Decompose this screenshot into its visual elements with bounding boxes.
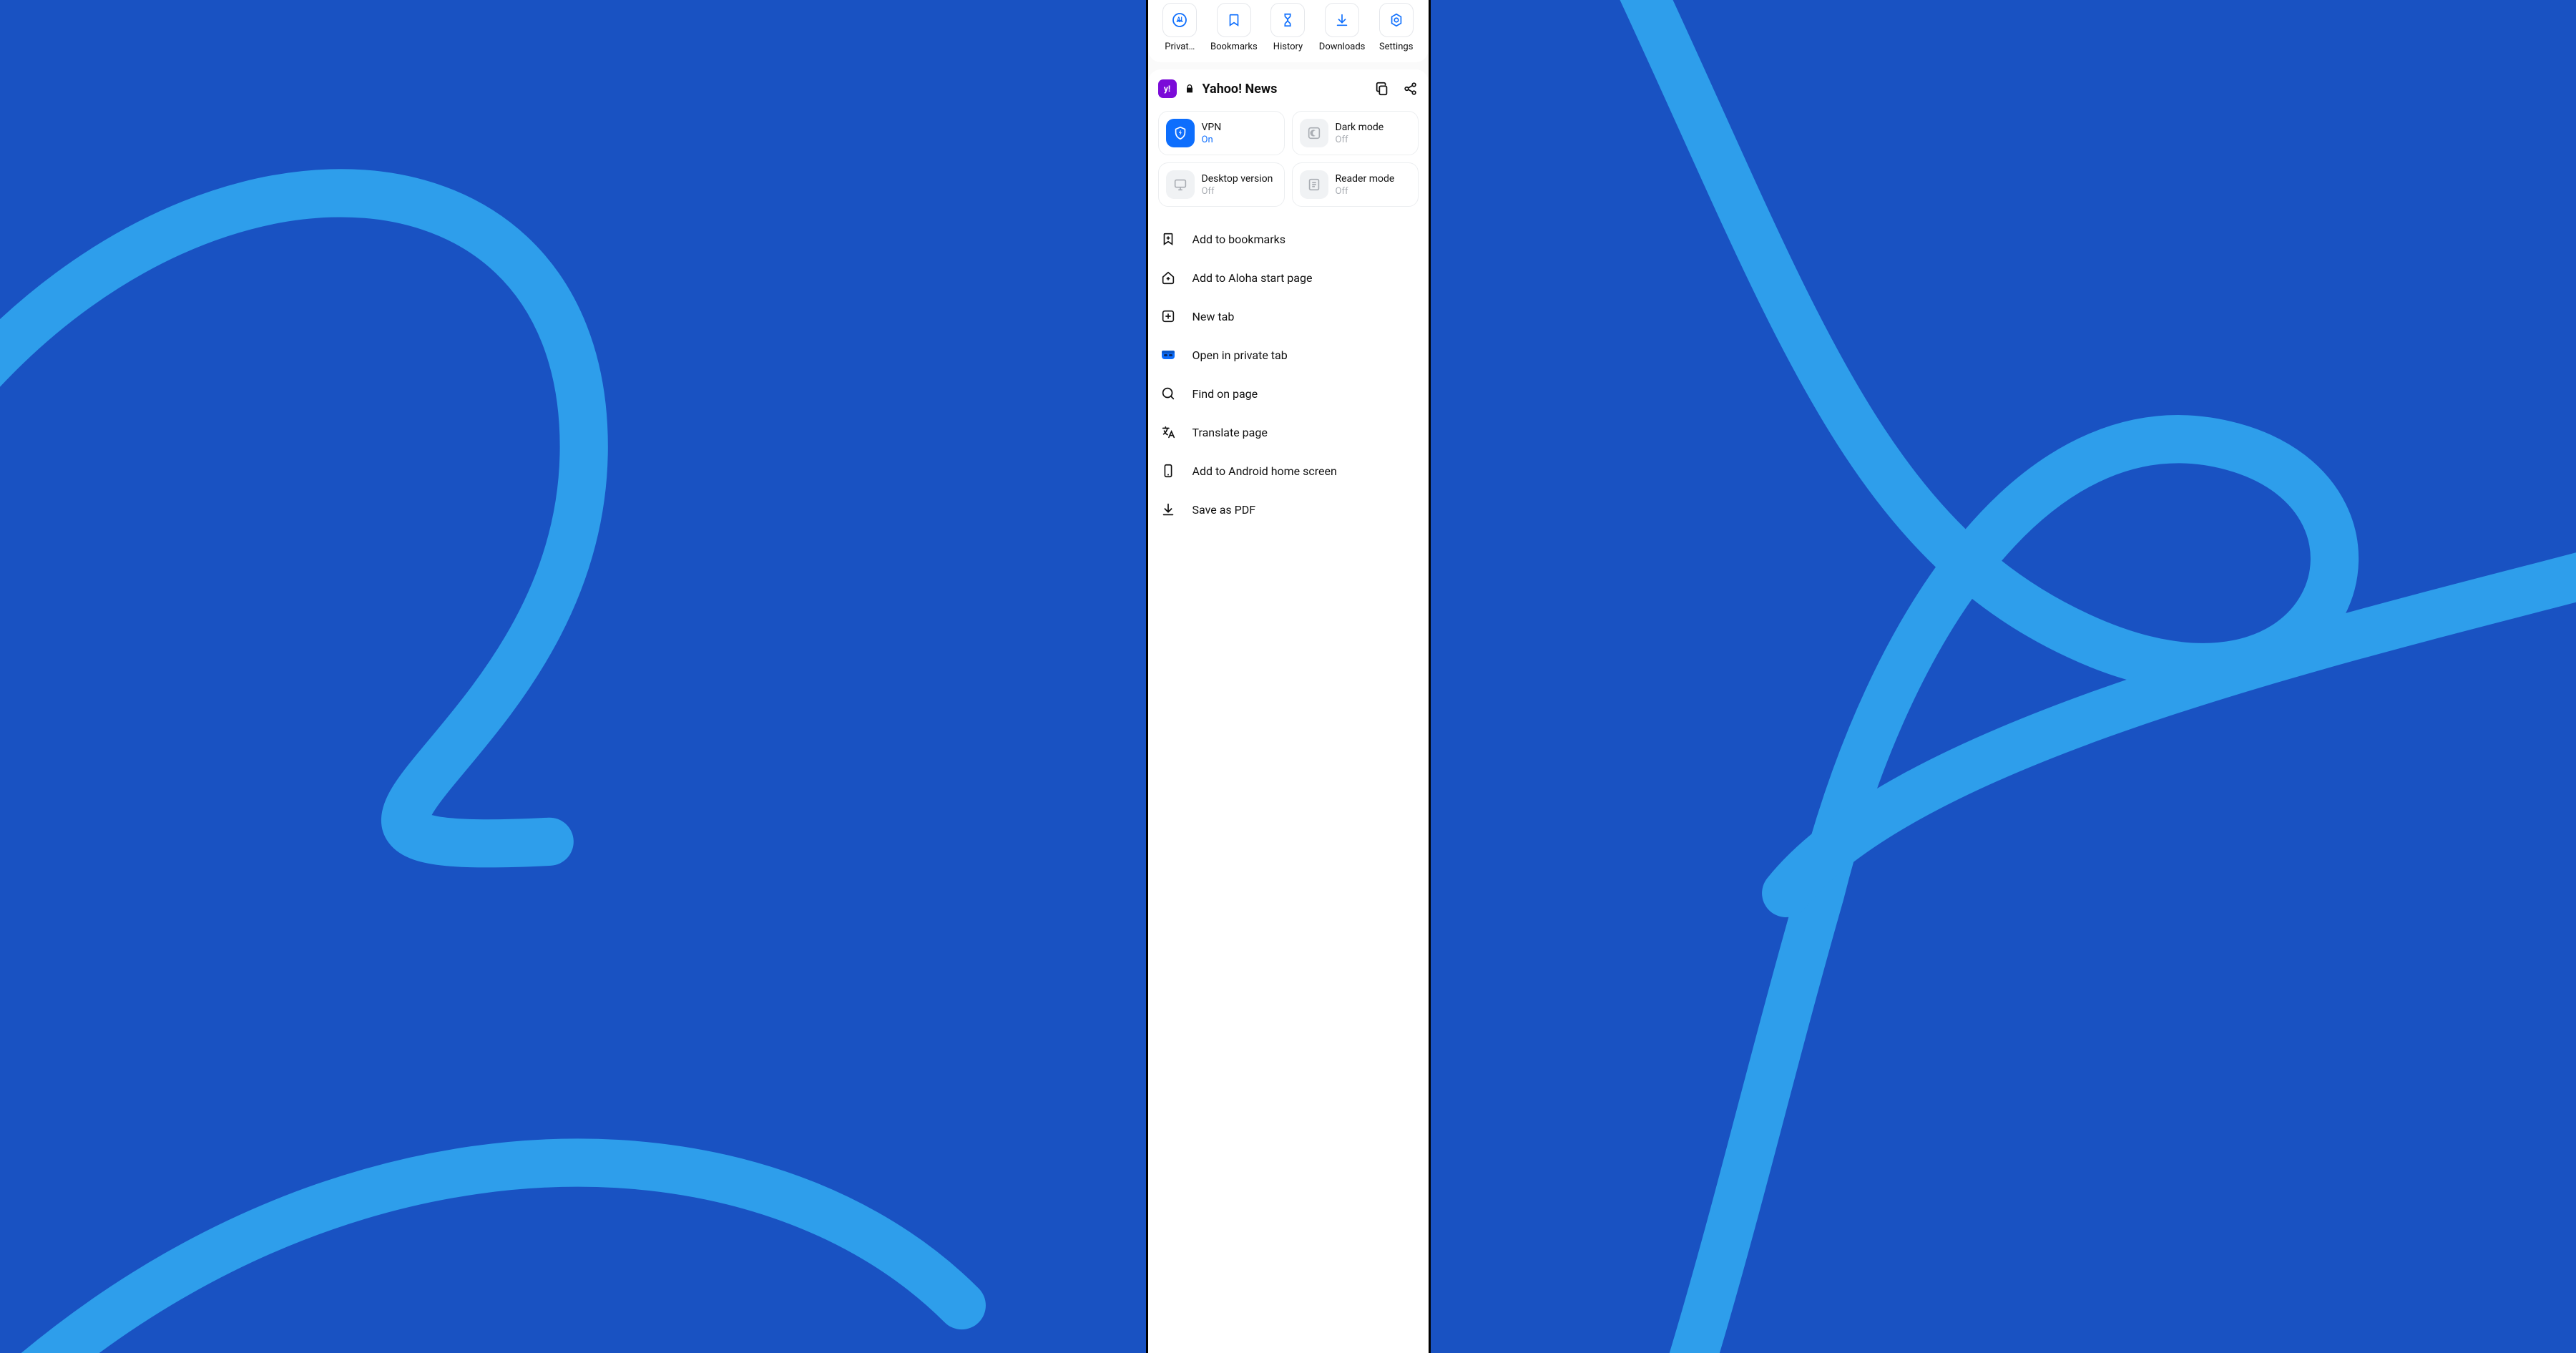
- open-private-tab[interactable]: Open in private tab: [1158, 336, 1419, 374]
- new-tab[interactable]: New tab: [1158, 297, 1419, 336]
- history-icon: [1270, 3, 1305, 37]
- toggle-title: Desktop version: [1202, 173, 1273, 185]
- page-header: y! Yahoo! News: [1158, 79, 1419, 98]
- toggle-title: Reader mode: [1336, 173, 1395, 185]
- private-tab-icon: [1160, 346, 1177, 363]
- share-button[interactable]: [1403, 81, 1419, 97]
- menu-label: Add to bookmarks: [1192, 233, 1286, 246]
- favicon: y!: [1158, 79, 1177, 98]
- shortcut-settings[interactable]: Settings: [1371, 3, 1421, 52]
- private-icon: AI: [1162, 3, 1197, 37]
- copy-button[interactable]: [1374, 81, 1390, 97]
- download-icon: [1160, 501, 1177, 518]
- svg-text:AI: AI: [1177, 16, 1182, 23]
- desktop-version-toggle[interactable]: Desktop version Off: [1158, 162, 1285, 207]
- shortcut-label: Bookmarks: [1210, 41, 1258, 52]
- page-title: Yahoo! News: [1203, 82, 1367, 97]
- toggle-status: Off: [1336, 135, 1384, 145]
- menu-label: Open in private tab: [1192, 348, 1288, 362]
- home-add-icon: [1160, 269, 1177, 286]
- bookmark-add-icon: [1160, 230, 1177, 248]
- find-on-page[interactable]: Find on page: [1158, 374, 1419, 413]
- search-icon: [1160, 385, 1177, 402]
- phone-icon: [1160, 462, 1177, 479]
- new-tab-icon: [1160, 308, 1177, 325]
- shortcut-label: Downloads: [1319, 41, 1366, 52]
- translate-page[interactable]: Translate page: [1158, 413, 1419, 451]
- phone-screen: AI Privat… Bookmarks History Downloads: [1146, 0, 1431, 1353]
- settings-icon: [1379, 3, 1414, 37]
- toggle-status: On: [1202, 135, 1222, 145]
- header-actions: [1374, 81, 1419, 97]
- quick-toggles: VPN On Dark mode Off Desktop version: [1158, 111, 1419, 207]
- shortcut-downloads[interactable]: Downloads: [1317, 3, 1367, 52]
- toggle-title: Dark mode: [1336, 122, 1384, 133]
- lock-icon: [1184, 83, 1195, 94]
- shortcut-row: AI Privat… Bookmarks History Downloads: [1148, 0, 1429, 62]
- menu-label: New tab: [1192, 310, 1235, 323]
- shortcut-label: Privat…: [1165, 41, 1195, 52]
- toggle-title: VPN: [1202, 122, 1222, 133]
- reader-icon: [1300, 170, 1328, 199]
- reader-mode-toggle[interactable]: Reader mode Off: [1292, 162, 1419, 207]
- dark-mode-toggle[interactable]: Dark mode Off: [1292, 111, 1419, 155]
- menu-label: Save as PDF: [1192, 503, 1256, 517]
- add-to-start-page[interactable]: Add to Aloha start page: [1158, 258, 1419, 297]
- vpn-icon: [1166, 119, 1195, 147]
- shortcut-history[interactable]: History: [1263, 3, 1313, 52]
- shortcut-label: History: [1273, 41, 1303, 52]
- menu-label: Find on page: [1192, 387, 1258, 401]
- bookmark-icon: [1217, 3, 1251, 37]
- shortcut-private[interactable]: AI Privat…: [1155, 3, 1205, 52]
- shortcut-label: Settings: [1379, 41, 1413, 52]
- action-sheet: y! Yahoo! News VPN On: [1148, 69, 1429, 1353]
- page-actions-menu: Add to bookmarks Add to Aloha start page…: [1158, 220, 1419, 529]
- vpn-toggle[interactable]: VPN On: [1158, 111, 1285, 155]
- menu-label: Translate page: [1192, 426, 1268, 439]
- shortcut-bookmarks[interactable]: Bookmarks: [1209, 3, 1259, 52]
- translate-icon: [1160, 424, 1177, 441]
- menu-label: Add to Aloha start page: [1192, 271, 1313, 285]
- menu-label: Add to Android home screen: [1192, 464, 1337, 478]
- dark-mode-icon: [1300, 119, 1328, 147]
- download-icon: [1325, 3, 1359, 37]
- add-to-bookmarks[interactable]: Add to bookmarks: [1158, 220, 1419, 258]
- desktop-icon: [1166, 170, 1195, 199]
- add-to-home-screen[interactable]: Add to Android home screen: [1158, 451, 1419, 490]
- save-as-pdf[interactable]: Save as PDF: [1158, 490, 1419, 529]
- toggle-status: Off: [1336, 186, 1395, 197]
- toggle-status: Off: [1202, 186, 1273, 197]
